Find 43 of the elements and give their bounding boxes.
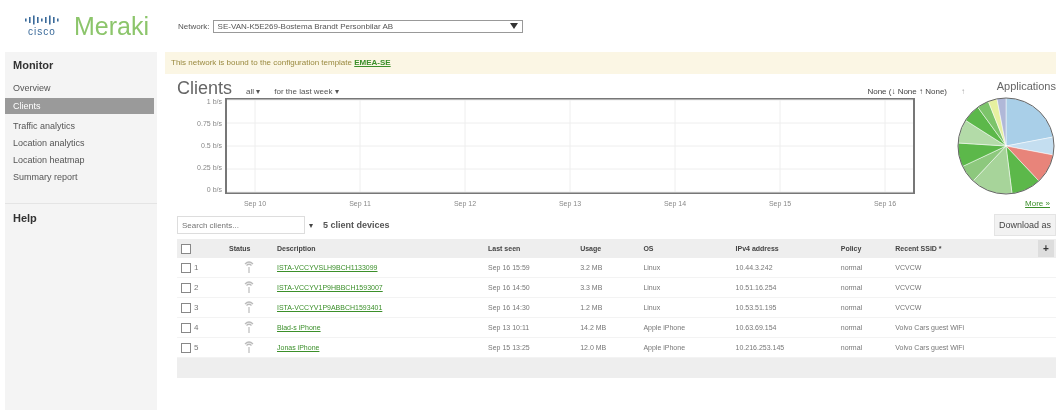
section-title: Monitor [12, 58, 55, 73]
sidebar-item[interactable]: Summary report [5, 169, 157, 185]
row-checkbox[interactable] [181, 262, 191, 273]
filter-dropdown[interactable]: all ▾ [246, 87, 261, 96]
client-count: 5 client devices [323, 220, 390, 230]
caret-icon [509, 23, 518, 29]
network-select[interactable]: SE-VAN-K5E269-Bostema Brandt Personbilar AB [212, 19, 523, 33]
search-field[interactable]: Search clients... [177, 216, 305, 234]
download-button[interactable]: Download as [993, 214, 1056, 236]
more-link[interactable]: More » [1025, 199, 1050, 208]
network-label: Network: [178, 21, 210, 31]
wifi-icon [244, 261, 254, 273]
cisco-bars-icon [25, 15, 59, 25]
sidebar-item[interactable]: Location analytics [5, 135, 157, 151]
wifi-icon [244, 341, 254, 353]
chart-legend: None (↓ None ↑ None) [867, 87, 947, 96]
row-number: 1 [194, 263, 199, 272]
wifi-icon [244, 281, 254, 293]
row-number: 4 [194, 323, 199, 332]
sidebar-item[interactable]: Location heatmap [5, 152, 157, 168]
wifi-icon [244, 321, 254, 333]
row-checkbox[interactable] [181, 342, 191, 353]
page-title: Clients [177, 78, 233, 99]
sidebar-item[interactable]: Traffic analytics [5, 118, 157, 134]
row-checkbox[interactable] [181, 302, 191, 313]
period-dropdown[interactable]: for the last week ▾ [274, 87, 339, 96]
cisco-wordmark: cisco [28, 26, 56, 37]
row-checkbox[interactable] [181, 282, 191, 293]
template-link[interactable]: EMEA-SE [354, 58, 391, 67]
add-column-button[interactable]: + [1038, 240, 1054, 257]
row-checkbox[interactable] [181, 322, 191, 333]
select-all-checkbox[interactable] [181, 243, 191, 254]
banner-text: This network is bound to the configuration template EMEA-SE [171, 58, 391, 67]
applications-title: Applications [996, 79, 1056, 94]
brand-name: Meraki [74, 11, 150, 41]
dropdown-caret[interactable]: ▾ [309, 220, 313, 230]
wifi-icon [244, 301, 254, 313]
legend-marker: ↑ [961, 87, 965, 96]
row-number: 5 [194, 343, 199, 352]
row-number: 3 [194, 303, 199, 312]
section-title: Help [5, 203, 157, 232]
row-number: 2 [194, 283, 199, 292]
sidebar-item[interactable]: Overview [5, 80, 157, 96]
